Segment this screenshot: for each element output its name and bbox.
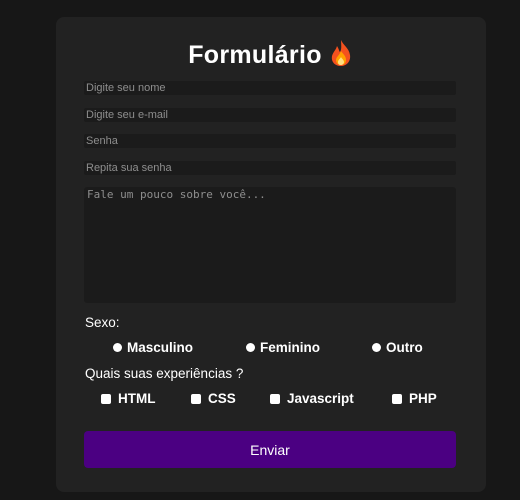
form-card: Formulário Sexo: Masculino Feminino Outr… <box>56 17 486 492</box>
checkbox-css[interactable]: CSS <box>191 391 236 406</box>
checkbox[interactable] <box>101 393 111 404</box>
password-confirm-input[interactable] <box>84 161 456 175</box>
fire-icon <box>328 39 354 74</box>
checkbox-label: Javascript <box>287 391 354 406</box>
about-textarea[interactable] <box>84 187 456 303</box>
experience-label: Quais suas experiências ? <box>85 366 244 381</box>
submit-button[interactable]: Enviar <box>84 431 456 468</box>
checkbox-html[interactable]: HTML <box>101 391 156 406</box>
checkbox[interactable] <box>191 393 201 404</box>
radio-label: Feminino <box>260 340 320 355</box>
form-title: Formulário <box>56 39 486 74</box>
email-input[interactable] <box>84 108 456 122</box>
radio-button[interactable] <box>113 343 122 352</box>
form-title-text: Formulário <box>188 41 322 69</box>
radio-feminino[interactable]: Feminino <box>246 340 320 355</box>
radio-button[interactable] <box>246 343 255 352</box>
password-input[interactable] <box>84 134 456 148</box>
checkbox-label: CSS <box>208 391 236 406</box>
gender-label: Sexo: <box>85 315 120 330</box>
radio-button[interactable] <box>372 343 381 352</box>
radio-masculino[interactable]: Masculino <box>113 340 193 355</box>
radio-label: Outro <box>386 340 423 355</box>
checkbox[interactable] <box>270 393 280 404</box>
checkbox-label: HTML <box>118 391 156 406</box>
checkbox-label: PHP <box>409 391 437 406</box>
checkbox-php[interactable]: PHP <box>392 391 437 406</box>
checkbox[interactable] <box>392 393 402 404</box>
name-input[interactable] <box>84 81 456 95</box>
radio-label: Masculino <box>127 340 194 355</box>
checkbox-javascript[interactable]: Javascript <box>270 391 354 406</box>
radio-outro[interactable]: Outro <box>372 340 423 355</box>
